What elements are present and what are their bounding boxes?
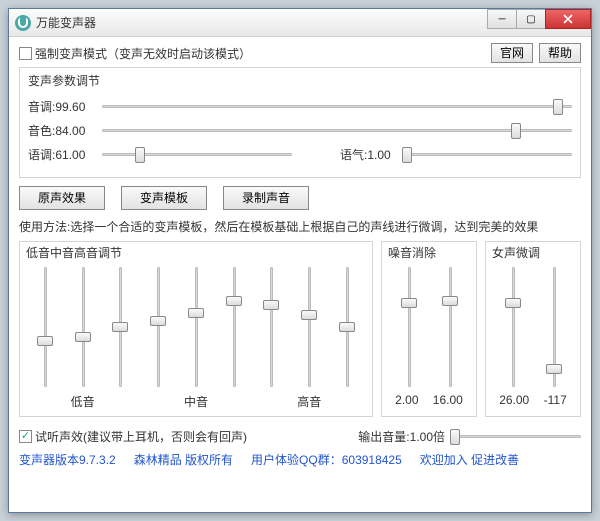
- pitch-value: 99.60: [55, 100, 85, 114]
- params-group: 变声参数调节 音调:99.60 音色:84.00 语调:61.00 语气:1.0…: [19, 67, 581, 178]
- qq-link[interactable]: 用户体验QQ群：603918425: [251, 451, 402, 468]
- intonation-value: 61.00: [55, 148, 85, 162]
- eq-slider-5[interactable]: [186, 267, 206, 387]
- params-group-label: 变声参数调节: [28, 72, 572, 89]
- record-button[interactable]: 录制声音: [223, 186, 309, 210]
- noise-slider-1[interactable]: [399, 267, 419, 387]
- tone-slider[interactable]: [402, 145, 572, 163]
- female-val-1: 26.00: [499, 393, 529, 407]
- timbre-value: 84.00: [55, 124, 85, 138]
- noise-group: 噪音消除 2.00 16.00: [381, 241, 477, 417]
- site-button[interactable]: 官网: [491, 43, 533, 63]
- timbre-slider[interactable]: [102, 121, 572, 139]
- original-button[interactable]: 原声效果: [19, 186, 105, 210]
- female-group: 女声微调 26.00 -117: [485, 241, 581, 417]
- female-val-2: -117: [544, 393, 567, 407]
- noise-slider-2[interactable]: [440, 267, 460, 387]
- version-link[interactable]: 变声器版本9.7.3.2: [19, 451, 116, 468]
- maximize-button[interactable]: ▢: [516, 9, 546, 29]
- eq-slider-2[interactable]: [73, 267, 93, 387]
- intonation-slider[interactable]: [102, 145, 292, 163]
- eq-high-label: 高音: [253, 393, 365, 410]
- eq-slider-6[interactable]: [224, 267, 244, 387]
- eq-slider-8[interactable]: [299, 267, 319, 387]
- app-icon: [15, 15, 31, 31]
- usage-text: 使用方法:选择一个合适的变声模板，然后在模板基础上根据自己的声线进行微调，达到完…: [19, 218, 581, 235]
- tone-label: 语气:: [340, 148, 367, 162]
- eq-slider-1[interactable]: [35, 267, 55, 387]
- template-button[interactable]: 变声模板: [121, 186, 207, 210]
- female-slider-2[interactable]: [544, 267, 564, 387]
- footer: 变声器版本9.7.3.2 森林精品 版权所有 用户体验QQ群：603918425…: [19, 451, 581, 468]
- noise-val-1: 2.00: [395, 393, 418, 407]
- close-icon: [563, 14, 573, 24]
- preview-checkbox[interactable]: [19, 430, 32, 443]
- join-link[interactable]: 欢迎加入 促进改善: [420, 451, 519, 468]
- minimize-button[interactable]: ─: [487, 9, 517, 29]
- help-button[interactable]: 帮助: [539, 43, 581, 63]
- force-mode-checkbox[interactable]: [19, 47, 32, 60]
- intonation-label: 语调:: [28, 148, 55, 162]
- female-slider-1[interactable]: [503, 267, 523, 387]
- volume-value: 1.00倍: [410, 428, 445, 445]
- eq-group-label: 低音中音高音调节: [26, 244, 366, 261]
- volume-label: 输出音量:: [358, 428, 409, 445]
- timbre-label: 音色:: [28, 124, 55, 138]
- eq-slider-4[interactable]: [148, 267, 168, 387]
- titlebar[interactable]: 万能变声器 ─ ▢: [9, 9, 591, 37]
- copyright-text[interactable]: 森林精品 版权所有: [134, 451, 233, 468]
- app-window: 万能变声器 ─ ▢ 强制变声模式（变声无效时启动该模式） 官网 帮助 变声参数调…: [8, 8, 592, 513]
- close-button[interactable]: [545, 9, 591, 29]
- eq-slider-9[interactable]: [337, 267, 357, 387]
- window-title: 万能变声器: [36, 14, 488, 31]
- noise-group-label: 噪音消除: [388, 244, 470, 261]
- eq-low-label: 低音: [27, 393, 139, 410]
- pitch-label: 音调:: [28, 100, 55, 114]
- preview-label: 试听声效(建议带上耳机，否则会有回声): [35, 428, 247, 445]
- force-mode-label: 强制变声模式（变声无效时启动该模式）: [35, 45, 251, 62]
- eq-mid-label: 中音: [140, 393, 252, 410]
- noise-val-2: 16.00: [433, 393, 463, 407]
- female-group-label: 女声微调: [492, 244, 574, 261]
- tone-value: 1.00: [367, 148, 390, 162]
- pitch-slider[interactable]: [102, 97, 572, 115]
- eq-group: 低音中音高音调节 低音 中音 高音: [19, 241, 373, 417]
- eq-slider-7[interactable]: [261, 267, 281, 387]
- eq-slider-3[interactable]: [110, 267, 130, 387]
- volume-slider[interactable]: [451, 427, 581, 445]
